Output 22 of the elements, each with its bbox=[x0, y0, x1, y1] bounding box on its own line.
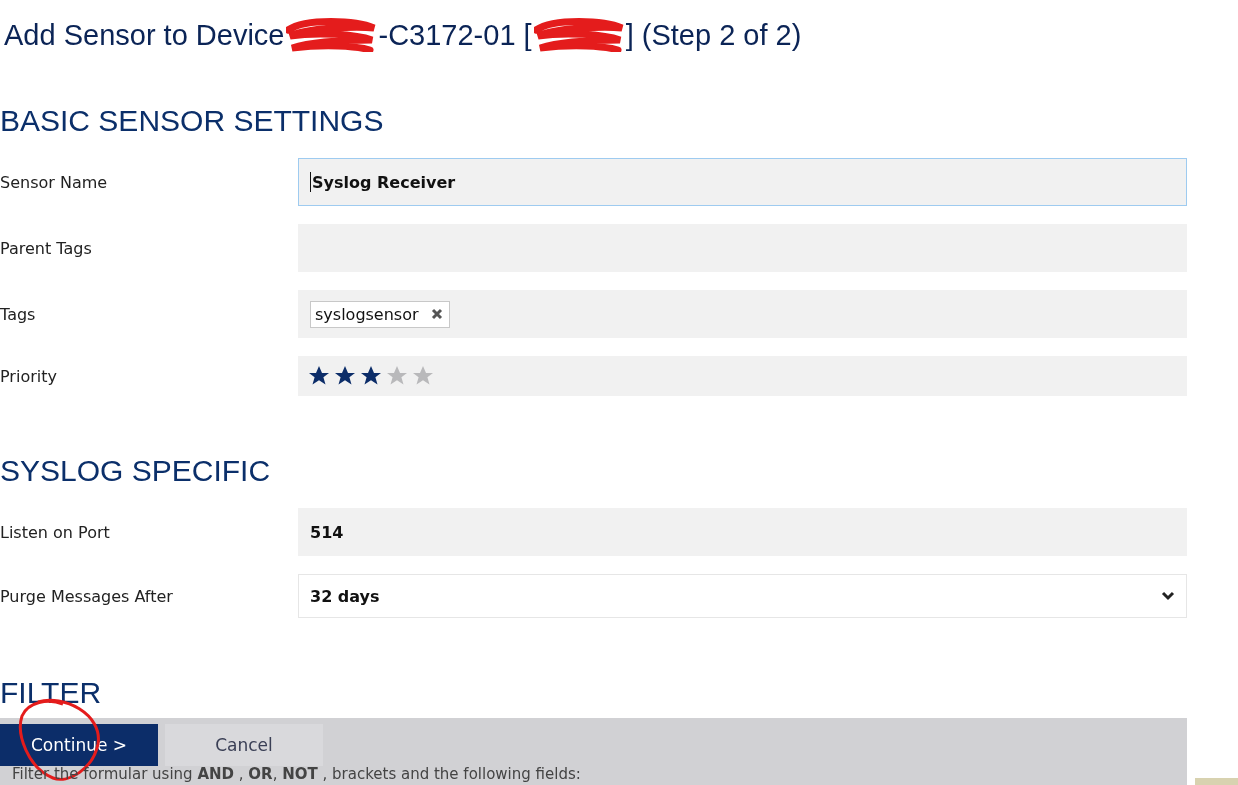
remove-icon[interactable] bbox=[430, 308, 443, 320]
tags-field[interactable]: syslogsensor bbox=[298, 290, 1187, 338]
section-heading: FILTER bbox=[0, 676, 103, 710]
field-label: Tags bbox=[0, 304, 37, 324]
select-field[interactable]: 32 days bbox=[298, 574, 1187, 618]
field-label: Purge Messages After bbox=[0, 586, 174, 606]
chevron-down-icon bbox=[1161, 591, 1175, 601]
field-label: Parent Tags bbox=[0, 238, 93, 258]
cancel-button[interactable]: Cancel bbox=[165, 724, 323, 766]
field-label: Listen on Port bbox=[0, 522, 111, 542]
text-cursor bbox=[310, 172, 311, 192]
section-heading: BASIC SENSOR SETTINGS bbox=[0, 104, 385, 138]
tag-chip: syslogsensor bbox=[310, 300, 450, 328]
page-title: -C3172-01 [ bbox=[378, 18, 532, 52]
text-field[interactable]: Syslog Receiver bbox=[298, 158, 1187, 206]
text-field[interactable]: 514 bbox=[298, 508, 1187, 556]
page-title: Add Sensor to Device bbox=[4, 18, 285, 52]
field-label: Priority bbox=[0, 366, 58, 386]
field-label: Sensor Name bbox=[0, 172, 109, 192]
section-heading: SYSLOG SPECIFIC bbox=[0, 454, 272, 488]
panel-edge bbox=[1195, 778, 1238, 785]
page-title: ] (Step 2 of 2) bbox=[625, 18, 802, 52]
